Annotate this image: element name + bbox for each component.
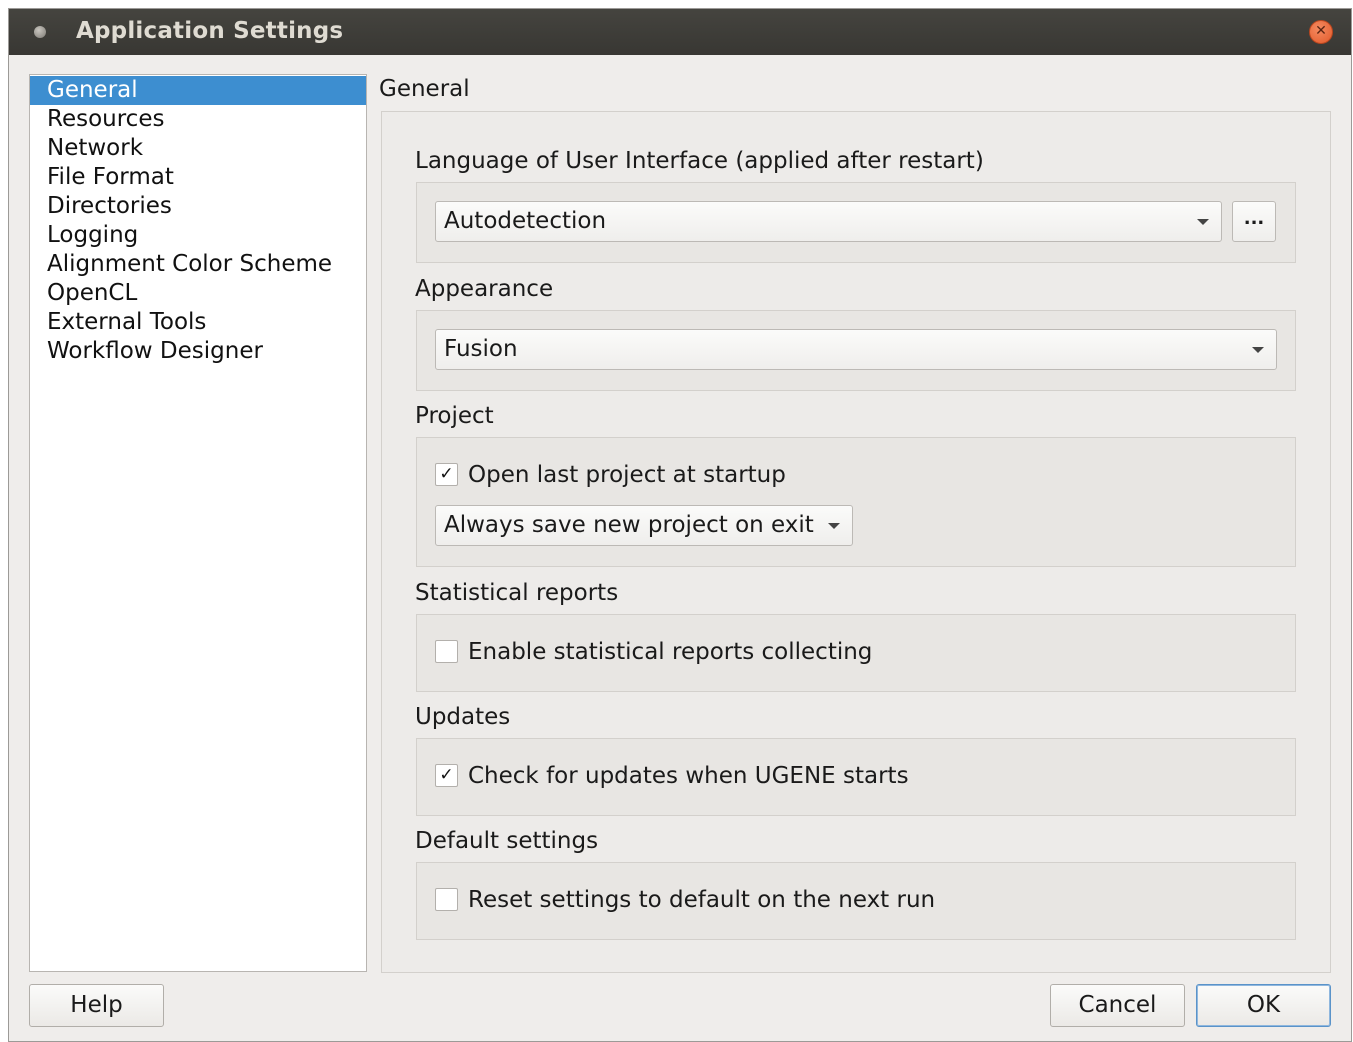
reset-settings-label[interactable]: Reset settings to default on the next ru… (468, 886, 935, 914)
category-item-directories[interactable]: Directories (30, 192, 366, 221)
default-settings-section-label: Default settings (415, 828, 599, 854)
close-icon[interactable]: ✕ (1309, 20, 1333, 44)
updates-group: ✓ Check for updates when UGENE starts (416, 738, 1296, 816)
category-item-opencl[interactable]: OpenCL (30, 279, 366, 308)
window-title: Application Settings (76, 18, 344, 44)
default-settings-group: Reset settings to default on the next ru… (416, 862, 1296, 940)
language-group: Autodetection ... (416, 182, 1296, 263)
project-save-mode-combo[interactable]: Always save new project on exit (435, 505, 853, 546)
general-settings-panel: Language of User Interface (applied afte… (381, 111, 1331, 973)
category-item-general[interactable]: General (30, 76, 366, 105)
page-title: General (379, 76, 470, 102)
check-updates-label[interactable]: Check for updates when UGENE starts (468, 762, 909, 790)
help-button[interactable]: Help (29, 984, 164, 1027)
category-item-network[interactable]: Network (30, 134, 366, 163)
statistical-reports-checkbox[interactable] (435, 640, 458, 663)
category-item-workflow-designer[interactable]: Workflow Designer (30, 337, 366, 366)
project-section-label: Project (415, 403, 494, 429)
category-item-file-format[interactable]: File Format (30, 163, 366, 192)
updates-section-label: Updates (415, 704, 511, 730)
category-item-logging[interactable]: Logging (30, 221, 366, 250)
language-combo[interactable]: Autodetection (435, 201, 1222, 242)
check-updates-checkbox[interactable]: ✓ (435, 764, 458, 787)
reset-settings-row[interactable]: Reset settings to default on the next ru… (435, 886, 1035, 914)
appearance-section-label: Appearance (415, 276, 554, 302)
chevron-down-icon (1252, 347, 1264, 353)
statistical-group: Enable statistical reports collecting (416, 614, 1296, 692)
appearance-combo[interactable]: Fusion (435, 329, 1277, 370)
project-group: ✓ Open last project at startup Always sa… (416, 437, 1296, 567)
category-item-resources[interactable]: Resources (30, 105, 366, 134)
category-item-alignment-color-scheme[interactable]: Alignment Color Scheme (30, 250, 366, 279)
title-bar[interactable]: Application Settings ✕ (9, 9, 1351, 55)
appearance-group: Fusion (416, 310, 1296, 391)
reset-settings-checkbox[interactable] (435, 888, 458, 911)
check-updates-row[interactable]: ✓ Check for updates when UGENE starts (435, 762, 1035, 790)
cancel-button[interactable]: Cancel (1050, 984, 1185, 1027)
category-item-external-tools[interactable]: External Tools (30, 308, 366, 337)
project-save-mode-value: Always save new project on exit (444, 512, 814, 538)
statistical-reports-row[interactable]: Enable statistical reports collecting (435, 638, 1035, 666)
language-combo-value: Autodetection (444, 208, 607, 234)
open-last-project-checkbox[interactable]: ✓ (435, 463, 458, 486)
ok-button[interactable]: OK (1196, 984, 1331, 1027)
window-menu-icon[interactable] (34, 26, 46, 38)
chevron-down-icon (828, 523, 840, 529)
open-last-project-row[interactable]: ✓ Open last project at startup (435, 461, 935, 489)
language-section-label: Language of User Interface (applied afte… (415, 148, 984, 174)
statistical-section-label: Statistical reports (415, 580, 619, 606)
settings-window: Application Settings ✕ General Resources… (8, 8, 1352, 1042)
chevron-down-icon (1197, 219, 1209, 225)
appearance-combo-value: Fusion (444, 336, 518, 362)
statistical-reports-label[interactable]: Enable statistical reports collecting (468, 638, 872, 666)
language-browse-button[interactable]: ... (1232, 201, 1276, 242)
open-last-project-label[interactable]: Open last project at startup (468, 461, 786, 489)
settings-category-list[interactable]: General Resources Network File Format Di… (29, 74, 367, 972)
